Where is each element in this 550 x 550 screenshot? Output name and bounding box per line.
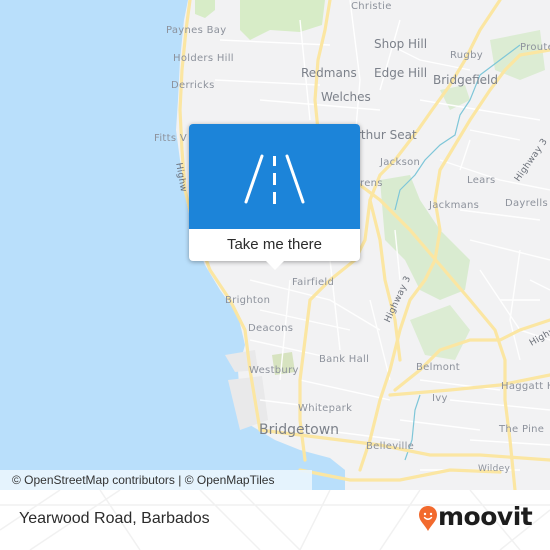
moovit-wordmark: moovit bbox=[438, 502, 533, 531]
place-label: Welches bbox=[321, 90, 371, 104]
place-label: Wildey bbox=[478, 464, 511, 474]
place-label: Fairfield bbox=[292, 277, 335, 288]
place-label: Lears bbox=[467, 175, 496, 186]
place-label: rens bbox=[360, 178, 383, 189]
place-label: Jackmans bbox=[429, 200, 480, 211]
place-label: Redmans bbox=[301, 66, 357, 80]
place-label: Christie bbox=[351, 1, 392, 12]
place-label: Westbury bbox=[249, 365, 299, 376]
take-me-there-button[interactable]: Take me there bbox=[189, 229, 360, 261]
place-label: Deacons bbox=[248, 323, 294, 334]
park bbox=[490, 30, 545, 80]
park bbox=[195, 0, 215, 18]
place-label: Rugby bbox=[450, 50, 483, 61]
place-label: Bank Hall bbox=[319, 354, 370, 365]
place-label: Belmont bbox=[416, 362, 461, 373]
moovit-pin-icon bbox=[419, 506, 437, 531]
place-label: Bridgefield bbox=[433, 73, 499, 87]
place-label: Paynes Bay bbox=[166, 25, 227, 36]
place-label: Dayrells bbox=[505, 198, 548, 209]
place-label: Bridgetown bbox=[259, 422, 340, 438]
place-label: Haggatt H bbox=[501, 381, 550, 392]
place-label: Derricks bbox=[171, 80, 215, 91]
place-label: Jackson bbox=[380, 157, 421, 168]
place-label: Proute bbox=[520, 42, 550, 53]
popup-header bbox=[189, 124, 360, 229]
place-label: Ivy bbox=[432, 393, 448, 404]
place-label: Holders Hill bbox=[173, 53, 234, 64]
road-icon bbox=[244, 154, 305, 204]
place-label: Brighton bbox=[225, 295, 271, 306]
place-label: Belleville bbox=[366, 441, 415, 452]
location-name: Yearwood Road, Barbados bbox=[19, 510, 210, 527]
place-label: The Pine bbox=[499, 424, 545, 435]
place-label: Shop Hill bbox=[374, 37, 428, 51]
place-label: Whitepark bbox=[298, 403, 353, 414]
park bbox=[240, 0, 325, 40]
place-label: Edge Hill bbox=[374, 66, 428, 80]
place-label: rthur Seat bbox=[356, 128, 417, 142]
popup-pointer bbox=[266, 261, 284, 270]
place-label: Fitts V bbox=[154, 133, 187, 144]
destination-popup: Take me there bbox=[189, 124, 360, 270]
map-attribution[interactable]: © OpenStreetMap contributors | © OpenMap… bbox=[0, 470, 312, 490]
